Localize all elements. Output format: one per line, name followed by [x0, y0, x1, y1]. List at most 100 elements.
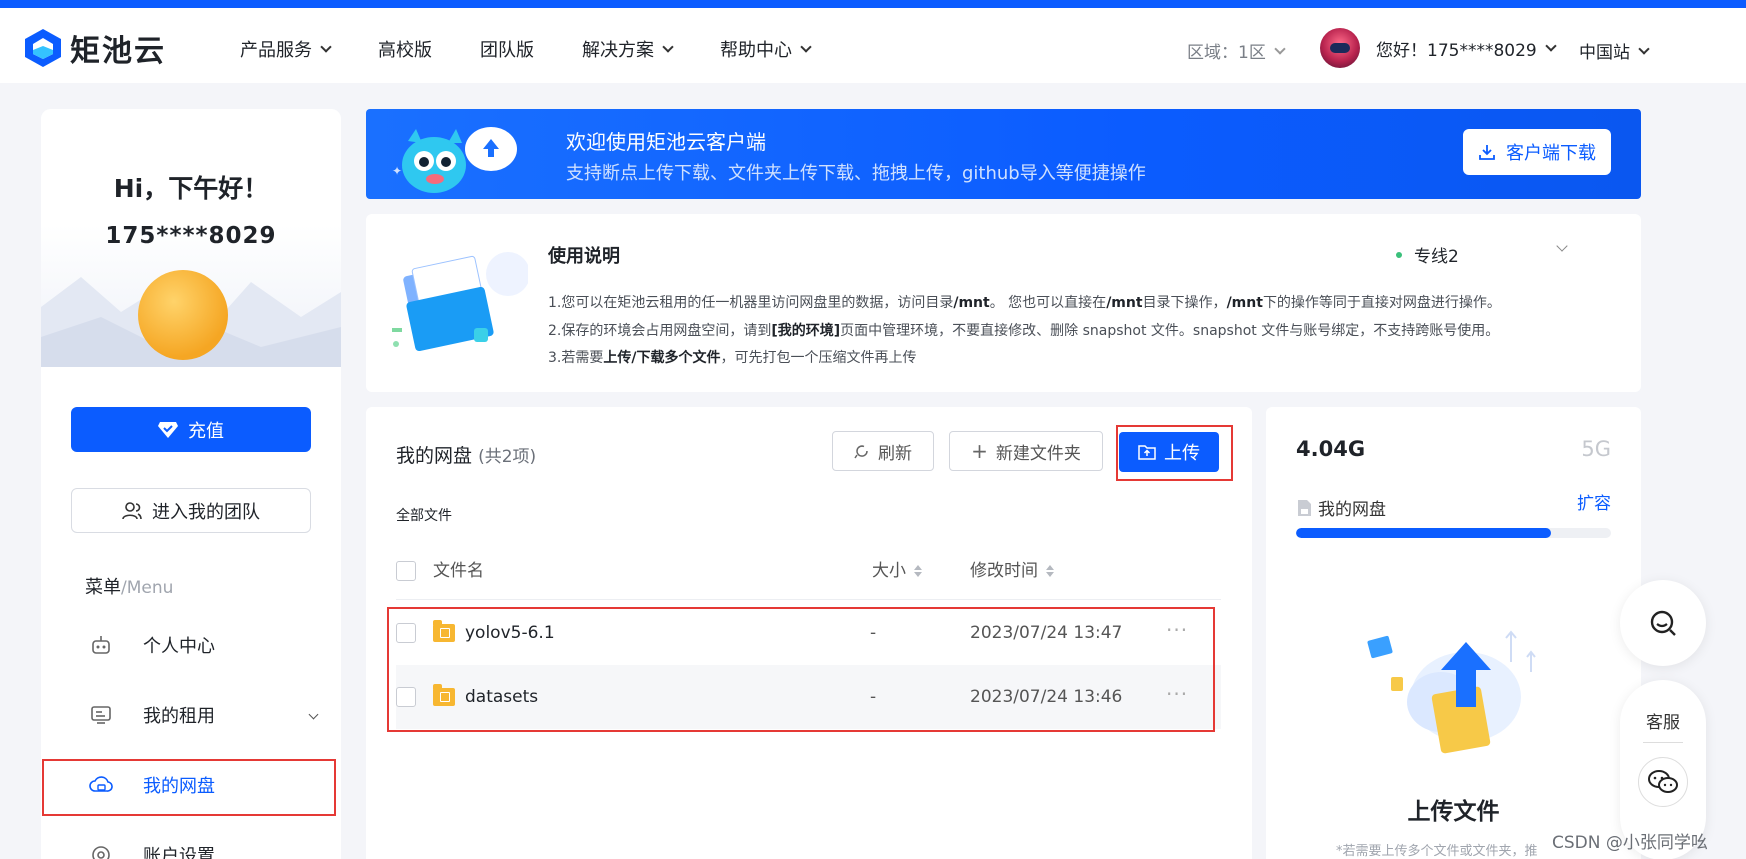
file-table-header: 文件名 大小 修改时间 [396, 542, 1221, 600]
nav-label: 产品服务 [240, 40, 312, 61]
notice-text: 1.您可以在矩池云租用的任一机器里访问网盘里的数据，访问目录 [548, 295, 954, 311]
new-folder-button[interactable]: + 新建文件夹 [949, 431, 1103, 471]
file-icon [1298, 499, 1311, 516]
notice-text: ，可先打包一个压缩文件再上传 [720, 350, 917, 366]
nav-label: 解决方案 [582, 40, 654, 61]
highlight-box-files [387, 607, 1215, 732]
notice-text: 。 您也可以直接在 [989, 295, 1107, 311]
highlight-box-upload [1116, 425, 1233, 481]
notice-title: 使用说明 [548, 246, 620, 267]
my-env-link[interactable]: [我的环境] [771, 323, 840, 339]
chevron-down-icon [320, 41, 332, 53]
storage-progress-bar [1296, 528, 1611, 538]
select-all-checkbox[interactable] [396, 561, 416, 581]
logo-icon [25, 29, 61, 67]
notice-emphasis: /mnt [1106, 295, 1143, 311]
line-select-value: 专线2 [1414, 247, 1459, 267]
sun-illustration [138, 270, 228, 360]
user-greeting: 您好！175****8029 [1376, 40, 1537, 61]
customer-service-label: 客服 [1646, 713, 1680, 733]
csdn-watermark: CSDN @小张同学吆 [1552, 833, 1708, 853]
column-name-label: 文件名 [433, 561, 484, 581]
sidebar-item-label: 我的租用 [143, 706, 215, 727]
menu-title: 菜单/Menu [85, 573, 173, 599]
svg-text:✦: ✦ [392, 164, 402, 178]
nav-label: 帮助中心 [720, 40, 792, 61]
storage-disk-label-text: 我的网盘 [1318, 500, 1386, 520]
nav-team[interactable]: 团队版 [480, 36, 534, 62]
plus-icon: + [971, 439, 988, 463]
chevron-down-icon [800, 41, 812, 53]
sidebar-item-personal-center[interactable]: 个人中心 [41, 617, 341, 673]
chevron-down-icon [1638, 42, 1650, 55]
region-select[interactable]: 区域：1区 [1187, 38, 1286, 63]
greeting-title: Hi，下午好！ [113, 174, 269, 203]
enter-team-button[interactable]: 进入我的团队 [71, 488, 311, 533]
diamond-heart-icon [158, 421, 178, 438]
chevron-down-icon [662, 41, 674, 53]
sort-icon [914, 565, 922, 577]
refresh-label: 刷新 [878, 443, 912, 464]
logo[interactable]: 矩池云 [24, 26, 166, 70]
storage-total: 5G [1581, 437, 1611, 461]
notice-emphasis: /mnt [1226, 295, 1263, 311]
chevron-down-icon [1545, 40, 1557, 52]
upload-area-title: 上传文件 [1407, 799, 1500, 825]
file-panel-title: 我的网盘 (共2项) [396, 441, 536, 468]
sidebar: Hi，下午好！ 175****8029 充值 进入我的团队 菜单/Menu 个人… [41, 109, 341, 859]
nav-solutions[interactable]: 解决方案 [582, 36, 674, 62]
folder-illustration [392, 252, 528, 352]
refresh-button[interactable]: 刷新 [832, 431, 934, 471]
usage-notice: 使用说明 专线2 1.您可以在矩池云租用的任一机器里访问网盘里的数据，访问目录/… [366, 214, 1641, 392]
column-modified[interactable]: 修改时间 [970, 542, 1054, 600]
storage-used: 4.04G [1296, 437, 1366, 461]
notice-text: 2.保存的环境会占用网盘空间，请到 [548, 323, 772, 339]
notice-emphasis: /mnt [953, 295, 990, 311]
expand-storage-link[interactable]: 扩容 [1577, 489, 1611, 514]
notice-text: 3.若需要 [548, 350, 604, 366]
avatar[interactable] [1320, 28, 1360, 68]
site-select[interactable]: 中国站 [1579, 38, 1650, 63]
menu-subtitle: /Menu [121, 578, 174, 598]
banner-subtitle: 支持断点上传下载、文件夹上传下载、拖拽上传，github导入等便捷操作 [566, 163, 1146, 184]
sort-icon [1046, 565, 1054, 577]
sidebar-item-account-settings[interactable]: 账户设置 [41, 827, 341, 859]
storage-panel: 4.04G 5G 我的网盘 扩容 上传文件 *若需要上传多个文件或文件夹，推 [1266, 407, 1641, 859]
nav-label: 团队版 [480, 40, 534, 61]
chevron-down-icon [1274, 42, 1286, 55]
column-modified-label: 修改时间 [970, 561, 1038, 581]
nav-products[interactable]: 产品服务 [240, 36, 332, 62]
recharge-label: 充值 [188, 420, 224, 441]
sidebar-item-label: 个人中心 [143, 636, 215, 657]
sidebar-item-my-rentals[interactable]: 我的租用 [41, 687, 341, 743]
chat-search-icon [1650, 610, 1676, 636]
client-banner: ✦ 欢迎使用矩池云客户端 支持断点上传下载、文件夹上传下载、拖拽上传，githu… [366, 109, 1641, 199]
recharge-button[interactable]: 充值 [71, 407, 311, 452]
nav-help[interactable]: 帮助中心 [720, 36, 812, 62]
breadcrumb[interactable]: 全部文件 [396, 505, 452, 525]
top-navbar: 矩池云 产品服务 高校版 团队版 解决方案 帮助中心 区域：1区 您好！175*… [0, 0, 1746, 83]
column-size-label: 大小 [872, 561, 906, 581]
file-count: (共2项) [478, 447, 537, 467]
chevron-down-icon [1556, 240, 1568, 252]
user-group-icon [122, 501, 142, 519]
download-label: 客户端下载 [1506, 143, 1596, 164]
column-size[interactable]: 大小 [872, 542, 922, 600]
storage-progress-fill [1296, 528, 1551, 538]
mascot-illustration: ✦ [392, 127, 517, 193]
divider [1643, 742, 1683, 743]
site-label: 中国站 [1579, 43, 1630, 63]
banner-title: 欢迎使用矩池云客户端 [566, 130, 766, 154]
user-menu[interactable]: 您好！175****8029 [1320, 28, 1557, 68]
nav-university[interactable]: 高校版 [378, 36, 432, 62]
float-search-button[interactable] [1620, 580, 1706, 666]
client-download-button[interactable]: 客户端下载 [1463, 129, 1611, 175]
column-name: 文件名 [433, 542, 484, 600]
team-label: 进入我的团队 [152, 501, 260, 523]
wechat-button[interactable] [1638, 757, 1688, 807]
logo-text: 矩池云 [70, 34, 166, 69]
wechat-icon [1648, 770, 1678, 793]
notice-text: 下的操作等同于直接对网盘进行操作。 [1262, 295, 1501, 311]
sidebar-item-label: 账户设置 [143, 846, 215, 859]
line-select[interactable]: 专线2 [1396, 240, 1568, 267]
